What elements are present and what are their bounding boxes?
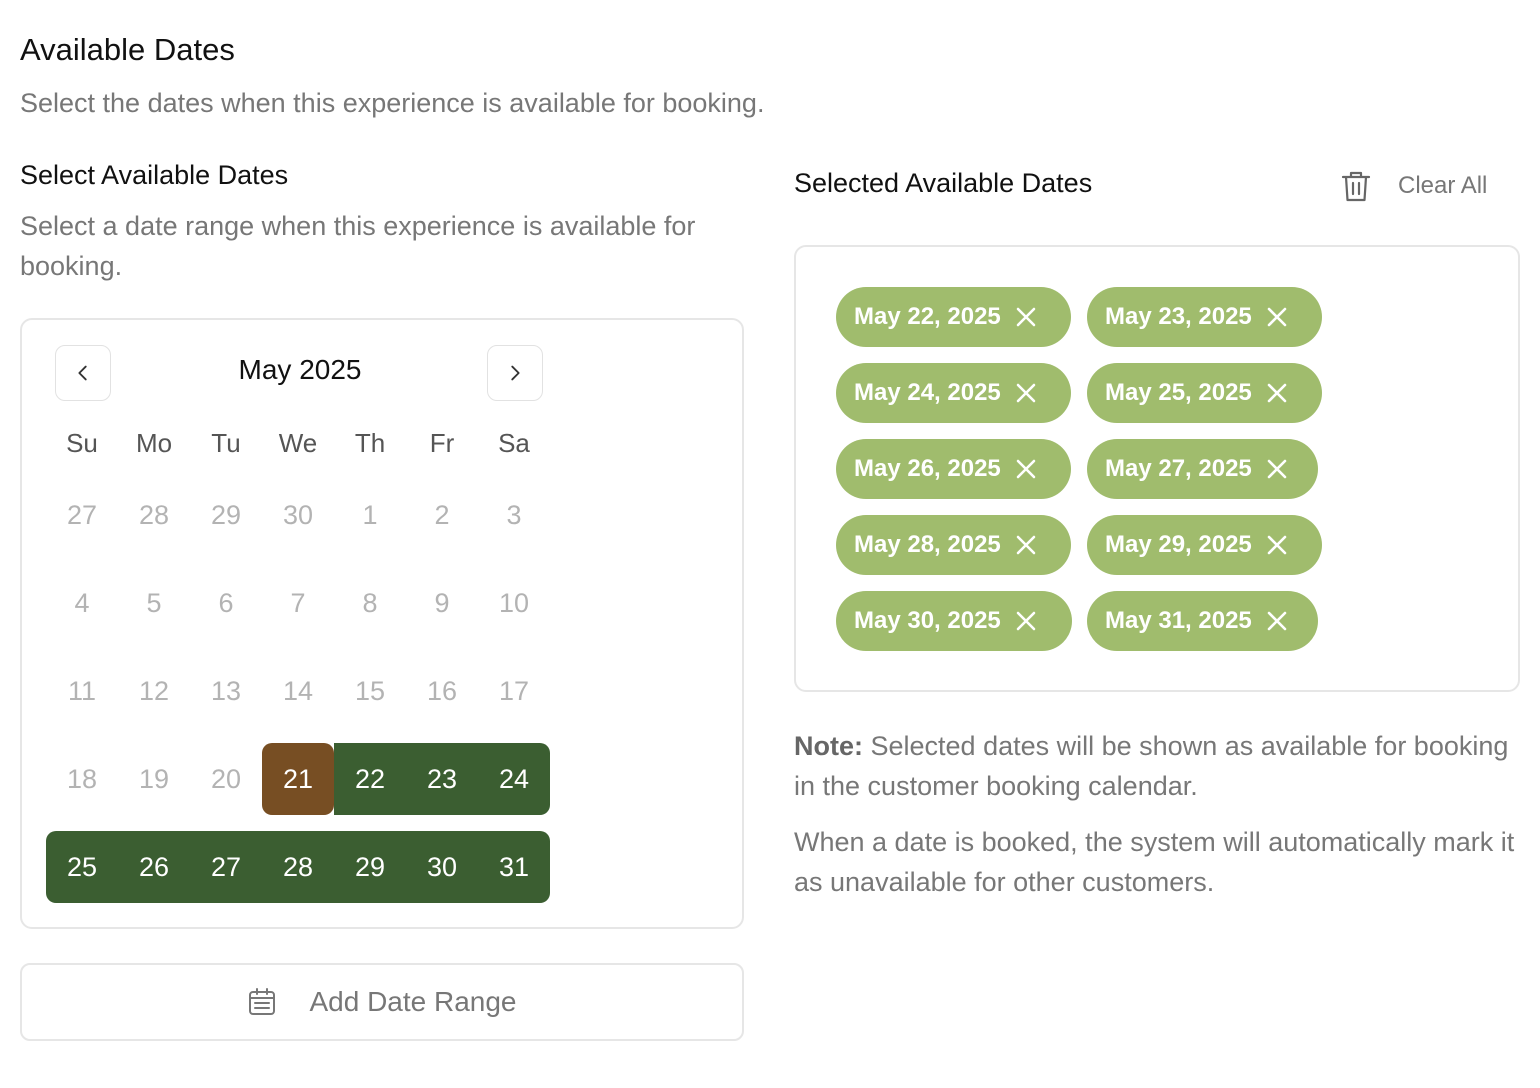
calendar-day[interactable]: 21	[262, 743, 334, 815]
calendar-day[interactable]: 29	[334, 831, 406, 903]
calendar-day[interactable]: 4	[46, 567, 118, 639]
picker-description: Select a date range when this experience…	[20, 211, 696, 281]
chevron-left-icon	[78, 365, 87, 381]
calendar-day[interactable]: 2	[406, 479, 478, 551]
calendar-day[interactable]: 30	[406, 831, 478, 903]
picker-title: Select Available Dates	[20, 160, 289, 190]
calendar-day[interactable]: 6	[190, 567, 262, 639]
calendar-day[interactable]: 1	[334, 479, 406, 551]
chip-label: May 27, 2025	[1105, 455, 1252, 482]
calendar-day[interactable]: 28	[262, 831, 334, 903]
calendar-day[interactable]: 17	[478, 655, 550, 727]
calendar-day[interactable]: 19	[118, 743, 190, 815]
selected-date-chip: May 26, 2025	[836, 439, 1071, 499]
remove-date-icon[interactable]	[1266, 534, 1288, 556]
calendar-icon	[249, 988, 276, 1015]
chip-label: May 30, 2025	[854, 607, 1001, 634]
calendar-day[interactable]: 24	[478, 743, 550, 815]
calendar-day[interactable]: 3	[478, 479, 550, 551]
chevron-right-icon	[511, 365, 520, 381]
note-text: Note: Selected dates will be shown as av…	[794, 726, 1520, 806]
calendar-day[interactable]: 31	[478, 831, 550, 903]
selected-date-chip: May 31, 2025	[1087, 591, 1318, 651]
remove-date-icon[interactable]	[1266, 382, 1288, 404]
selected-date-chip: May 24, 2025	[836, 363, 1071, 423]
prev-month-button[interactable]	[55, 345, 111, 401]
weekday-header: Su	[66, 428, 98, 458]
calendar-day[interactable]: 7	[262, 567, 334, 639]
calendar-day[interactable]: 10	[478, 567, 550, 639]
next-month-button[interactable]	[487, 345, 543, 401]
remove-date-icon[interactable]	[1015, 382, 1037, 404]
calendar-day[interactable]: 16	[406, 655, 478, 727]
note-label: Note:	[794, 731, 863, 761]
calendar-day[interactable]: 27	[46, 479, 118, 551]
clear-all-label: Clear All	[1398, 172, 1488, 199]
calendar-day[interactable]: 26	[118, 831, 190, 903]
remove-date-icon[interactable]	[1015, 458, 1037, 480]
calendar-day[interactable]: 9	[406, 567, 478, 639]
remove-date-icon[interactable]	[1266, 306, 1288, 328]
chip-label: May 25, 2025	[1105, 379, 1252, 406]
weekday-header: Th	[354, 428, 386, 458]
calendar: May 2025 Su Mo Tu We Th Fr Sa 27 28 29 30 1 2 3 4 5 6 7 8 9…	[20, 318, 744, 929]
calendar-day[interactable]: 30	[262, 479, 334, 551]
chip-label: May 22, 2025	[854, 303, 1001, 330]
remove-date-icon[interactable]	[1266, 458, 1288, 480]
note-secondary: When a date is booked, the system will a…	[794, 827, 1515, 897]
trash-icon	[1341, 171, 1371, 202]
selected-date-chip: May 29, 2025	[1087, 515, 1322, 575]
remove-date-icon[interactable]	[1266, 610, 1288, 632]
calendar-day[interactable]: 29	[190, 479, 262, 551]
clear-all-button[interactable]: Clear All	[1340, 164, 1487, 208]
chip-label: May 29, 2025	[1105, 531, 1252, 558]
remove-date-icon[interactable]	[1015, 306, 1037, 328]
weekday-header: Sa	[498, 428, 530, 458]
calendar-day[interactable]: 8	[334, 567, 406, 639]
calendar-day[interactable]: 11	[46, 655, 118, 727]
calendar-day[interactable]: 23	[406, 743, 478, 815]
weekday-header: Mo	[135, 428, 173, 458]
chip-label: May 26, 2025	[854, 455, 1001, 482]
add-date-range-button[interactable]: Add Date Range	[20, 963, 744, 1041]
calendar-day[interactable]: 14	[262, 655, 334, 727]
calendar-day[interactable]: 5	[118, 567, 190, 639]
selected-date-chip: May 30, 2025	[836, 591, 1072, 651]
calendar-day[interactable]: 15	[334, 655, 406, 727]
month-label: May 2025	[238, 354, 362, 385]
note-body: Selected dates will be shown as availabl…	[794, 731, 1509, 801]
selected-date-chip: May 27, 2025	[1087, 439, 1318, 499]
selected-date-chip: May 23, 2025	[1087, 287, 1322, 347]
calendar-day[interactable]: 13	[190, 655, 262, 727]
calendar-day[interactable]: 12	[118, 655, 190, 727]
calendar-day[interactable]: 28	[118, 479, 190, 551]
remove-date-icon[interactable]	[1015, 610, 1037, 632]
chip-label: May 24, 2025	[854, 379, 1001, 406]
weekday-header: We	[278, 428, 318, 458]
chip-label: May 31, 2025	[1105, 607, 1252, 634]
calendar-day[interactable]: 25	[46, 831, 118, 903]
selected-date-chip: May 22, 2025	[836, 287, 1071, 347]
calendar-day[interactable]: 22	[334, 743, 406, 815]
remove-date-icon[interactable]	[1015, 534, 1037, 556]
calendar-day[interactable]: 20	[190, 743, 262, 815]
chip-label: May 28, 2025	[854, 531, 1001, 558]
weekday-header: Fr	[429, 428, 455, 458]
page-subtitle: Select the dates when this experience is…	[20, 88, 765, 118]
selected-title: Selected Available Dates	[794, 168, 1093, 198]
page-title: Available Dates	[20, 32, 235, 67]
weekday-header: Tu	[211, 428, 241, 458]
add-date-range-label: Add Date Range	[309, 986, 517, 1017]
selected-date-chip: May 28, 2025	[836, 515, 1071, 575]
calendar-day[interactable]: 27	[190, 831, 262, 903]
selected-date-chip: May 25, 2025	[1087, 363, 1322, 423]
selected-dates-box: May 22, 2025 May 23, 2025 May 24, 2025 May …	[794, 245, 1520, 692]
calendar-day[interactable]: 18	[46, 743, 118, 815]
chip-label: May 23, 2025	[1105, 303, 1252, 330]
